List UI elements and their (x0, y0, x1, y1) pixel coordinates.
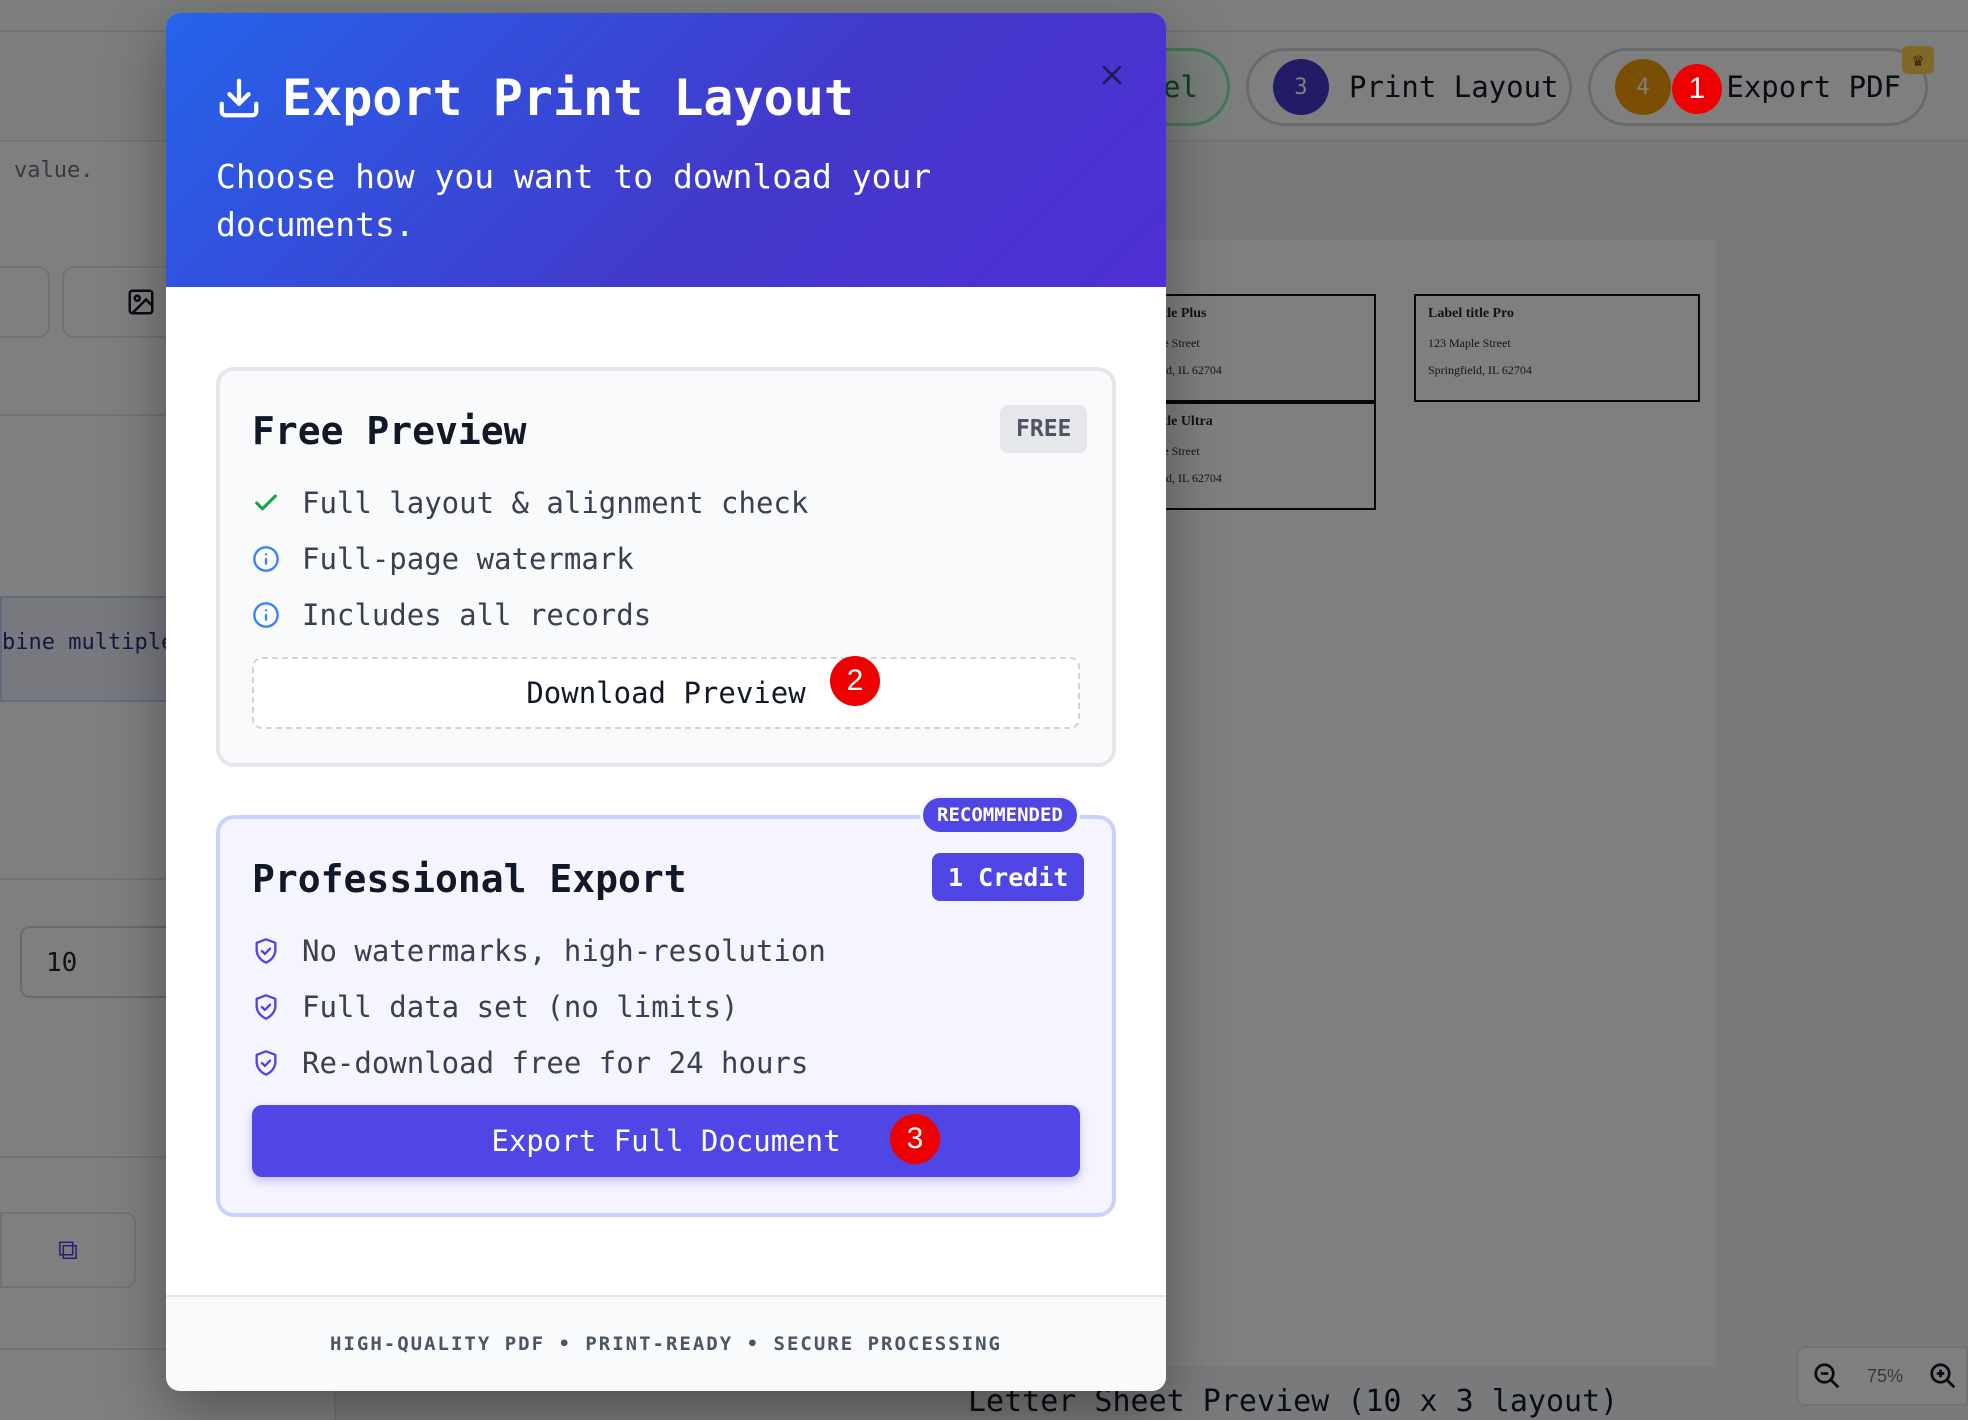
close-icon (1102, 65, 1122, 85)
feature-item: No watermarks, high-resolution (252, 923, 826, 979)
feature-item: Includes all records (252, 587, 808, 643)
modal-title-row: Export Print Layout (216, 69, 854, 127)
feature-text: No watermarks, high-resolution (302, 934, 826, 968)
feature-text: Full data set (no limits) (302, 990, 739, 1024)
export-modal: Export Print Layout Choose how you want … (166, 13, 1166, 1391)
credit-badge: 1 Credit (932, 853, 1085, 901)
info-icon (253, 546, 279, 572)
modal-header: Export Print Layout Choose how you want … (166, 13, 1166, 287)
feature-item: Full-page watermark (252, 531, 808, 587)
feature-text: Full-page watermark (302, 542, 634, 576)
free-preview-card: Free Preview FREE Full layout & alignmen… (216, 367, 1116, 767)
annotation-marker-2: 2 (830, 656, 880, 706)
pro-feature-list: No watermarks, high-resolution Full data… (252, 923, 826, 1091)
modal-subtitle: Choose how you want to download your doc… (216, 157, 932, 244)
professional-export-card: RECOMMENDED Professional Export 1 Credit… (216, 795, 1116, 1217)
annotation-marker-1: 1 (1672, 64, 1722, 114)
annotation-marker-3: 3 (890, 1114, 940, 1164)
shield-check-icon (255, 938, 277, 964)
shield-check-icon (255, 1050, 277, 1076)
export-full-document-button[interactable]: Export Full Document (252, 1105, 1080, 1177)
download-preview-button[interactable]: Download Preview (252, 657, 1080, 729)
download-icon (219, 78, 259, 118)
free-feature-list: Full layout & alignment check Full-page … (252, 475, 808, 643)
modal-title: Export Print Layout (282, 69, 854, 127)
feature-item: Full layout & alignment check (252, 475, 808, 531)
feature-text: Full layout & alignment check (302, 486, 809, 520)
feature-text: Re-download free for 24 hours (302, 1046, 809, 1080)
free-badge: FREE (1000, 405, 1088, 453)
info-icon (253, 602, 279, 628)
recommended-badge: RECOMMENDED (920, 795, 1080, 835)
feature-text: Includes all records (302, 598, 652, 632)
professional-export-title: Professional Export (252, 857, 687, 901)
feature-item: Re-download free for 24 hours (252, 1035, 826, 1091)
feature-item: Full data set (no limits) (252, 979, 826, 1035)
modal-footer: HIGH-QUALITY PDF • PRINT-READY • SECURE … (166, 1295, 1166, 1391)
free-preview-title: Free Preview (252, 409, 527, 453)
close-button[interactable] (1094, 57, 1130, 93)
check-icon (255, 494, 277, 511)
shield-check-icon (255, 994, 277, 1020)
